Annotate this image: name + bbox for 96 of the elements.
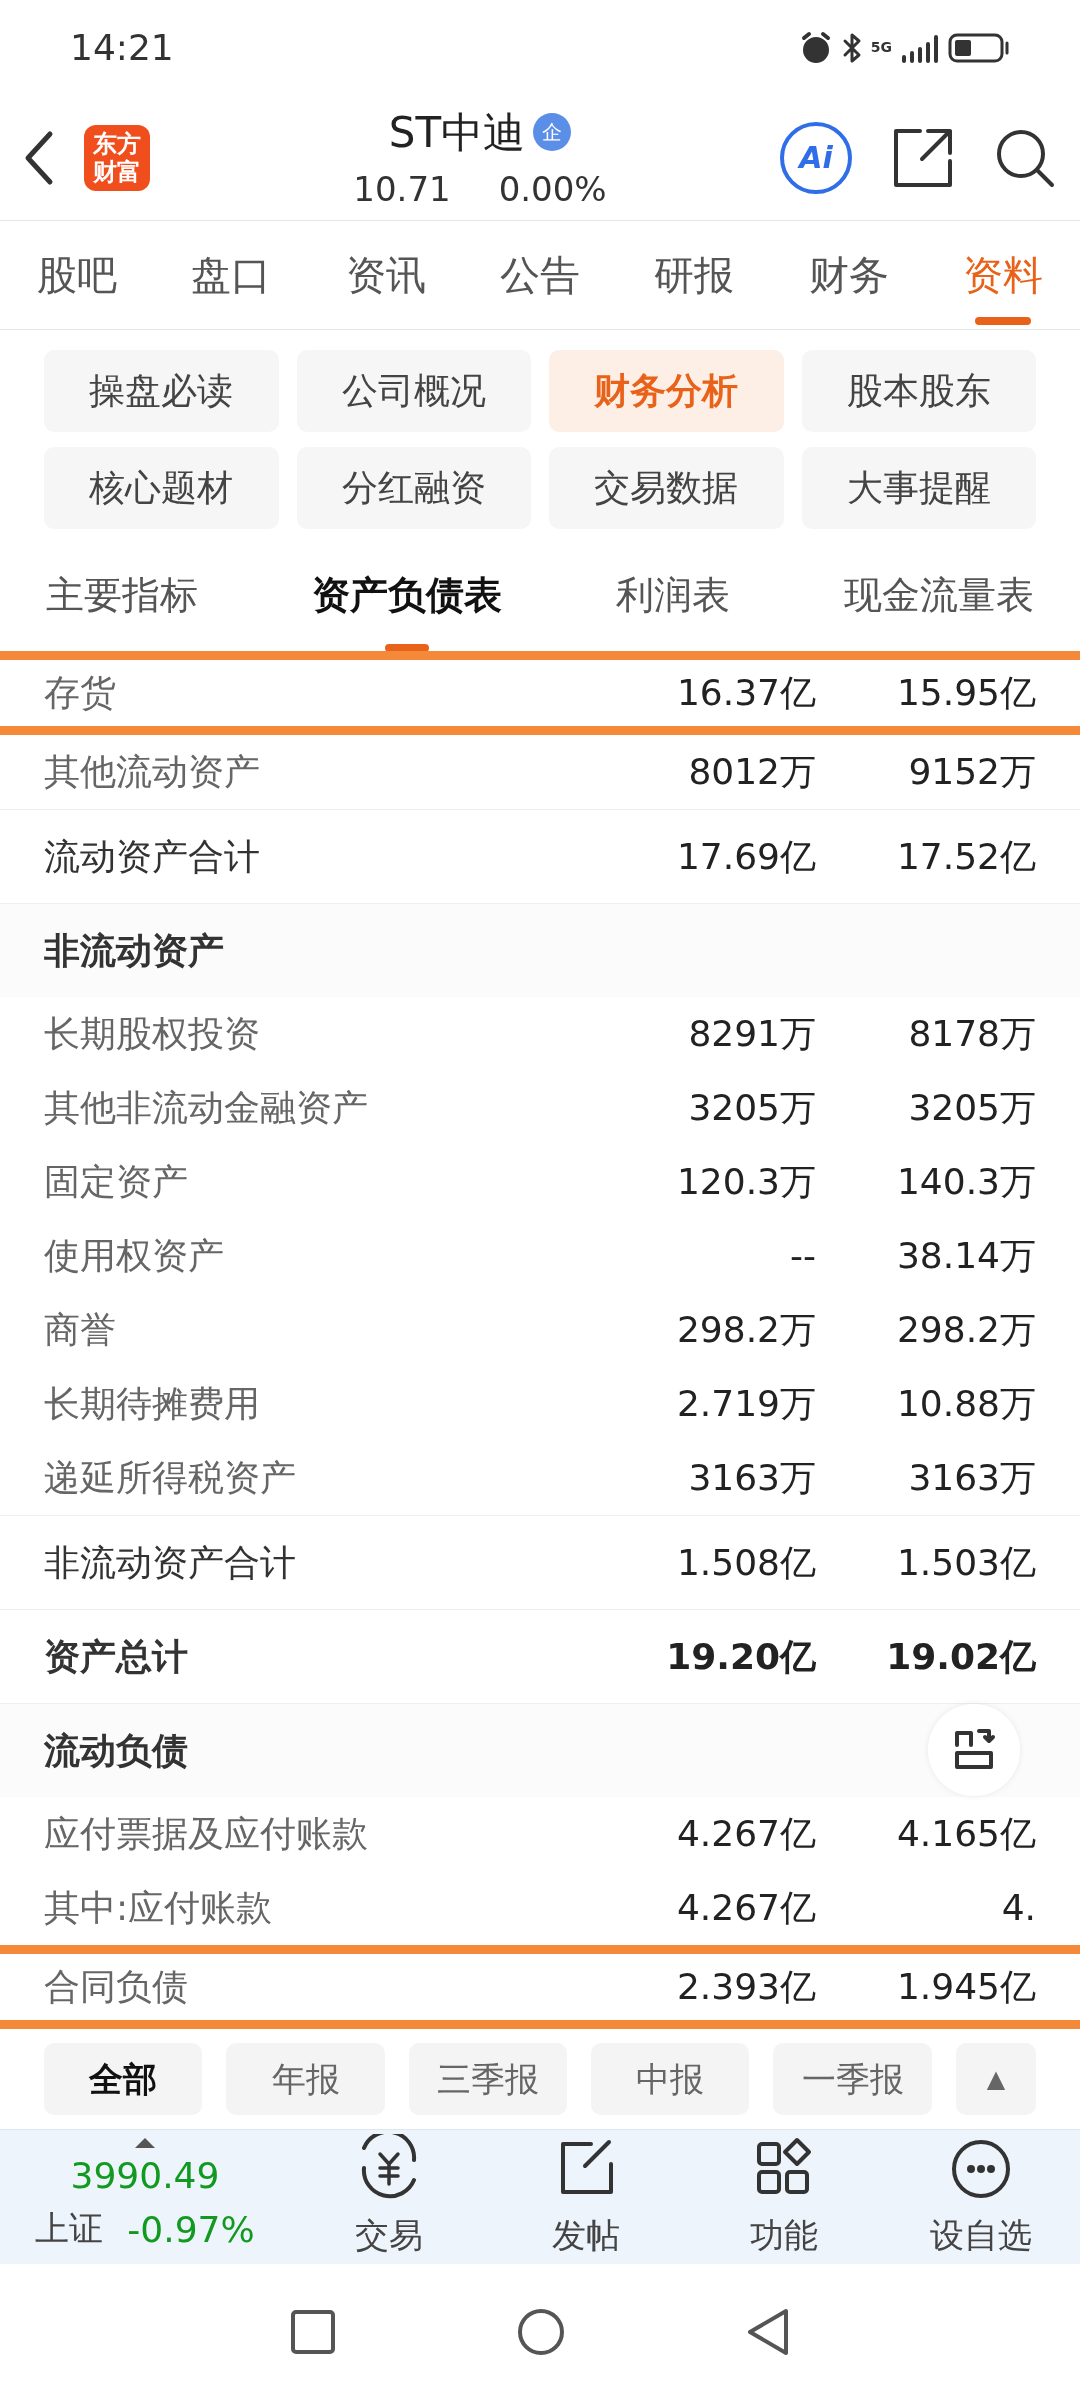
tab[interactable]: 研报: [648, 223, 741, 327]
statement-tab[interactable]: 主要指标: [46, 538, 198, 652]
clock-time: 14:21: [70, 25, 174, 70]
value-cell-text: 8012万: [687, 750, 817, 794]
tab[interactable]: 公告: [494, 223, 586, 327]
tab[interactable]: 股吧: [31, 223, 124, 327]
section-button[interactable]: 大事提醒: [801, 447, 1036, 529]
row-label: 其他非流动金融资产: [43, 1086, 369, 1130]
section-button[interactable]: 公司概况: [296, 350, 531, 432]
value-cell-text: 9152万: [907, 750, 1037, 794]
section-button[interactable]: 交易数据: [549, 447, 784, 529]
row-label: 使用权资产: [43, 1234, 225, 1278]
value-cell-text: 3205万: [687, 1086, 817, 1130]
network-label: 5G: [870, 38, 892, 57]
value-cell-text: 3163万: [687, 1456, 817, 1500]
section-button[interactable]: 分红融资: [296, 447, 531, 529]
row-label: 其中:应付账款: [43, 1886, 274, 1930]
caret-icon: [134, 2137, 156, 2149]
tab[interactable]: 财务: [802, 223, 895, 327]
statement-tab[interactable]: 利润表: [616, 538, 730, 652]
row-label: 商誉: [43, 1308, 117, 1352]
period-button[interactable]: 年报: [226, 2043, 385, 2115]
value-cell-text: 19.20亿: [665, 1634, 816, 1679]
row-label: 资产总计: [44, 1634, 189, 1679]
recents-icon[interactable]: [290, 2309, 336, 2355]
value-cell-text: 8291万: [687, 1012, 817, 1056]
nav-button[interactable]: 功能: [685, 2132, 883, 2262]
stock-title: ST中迪: [388, 106, 526, 159]
period-button[interactable]: 一季报: [773, 2043, 932, 2115]
value-cell-text: 3163万: [907, 1456, 1037, 1500]
nav-button[interactable]: 设自选: [882, 2132, 1080, 2262]
value-cell-text: 3205万: [907, 1086, 1037, 1130]
value-cell-text: 8178万: [907, 1012, 1037, 1056]
nav-button[interactable]: 发帖: [487, 2132, 685, 2262]
row-label: 长期待摊费用: [43, 1382, 261, 1426]
index-ticker[interactable]: 3990.49 上证 -0.97%: [0, 2137, 290, 2257]
index-value: 3990.49: [70, 2154, 220, 2198]
value-cell-text: 10.88万: [895, 1382, 1037, 1426]
period-button[interactable]: ▲: [955, 2043, 1036, 2115]
section-button[interactable]: 操盘必读: [44, 350, 279, 432]
row-label: 长期股权投资: [43, 1012, 261, 1056]
period-button[interactable]: 中报: [591, 2043, 750, 2115]
back-button[interactable]: [24, 129, 54, 186]
app-logo: 东方 财富: [84, 124, 150, 191]
value-cell-text: 298.2万: [675, 1308, 817, 1352]
value-cell-text: 4.267亿: [675, 1812, 817, 1856]
value-cell-text: 2.393亿: [675, 1965, 817, 2009]
share-icon: [892, 126, 954, 189]
home-icon[interactable]: [516, 2307, 566, 2357]
value-cell-text: 16.37亿: [675, 671, 817, 715]
value-cell-text: 2.719万: [675, 1382, 817, 1426]
row-label: 应付票据及应付账款: [43, 1812, 369, 1856]
period-button[interactable]: 全部: [44, 2043, 203, 2115]
statement-tab[interactable]: 现金流量表: [844, 538, 1034, 652]
row-label: 固定资产: [43, 1160, 189, 1204]
price-change: 0.00%: [498, 167, 607, 211]
value-cell-text: 17.69亿: [675, 834, 816, 879]
section-heading: 非流动资产: [44, 928, 224, 973]
stock-price: 10.71: [353, 167, 451, 211]
row-label: 合同负债: [43, 1965, 189, 2009]
period-button[interactable]: 三季报: [408, 2043, 568, 2115]
statement-tab[interactable]: 资产负债表: [312, 538, 502, 652]
nav-button[interactable]: 交易: [290, 2132, 488, 2262]
value-cell-text: 120.3万: [675, 1160, 817, 1204]
value-cell-text: --: [789, 1234, 817, 1278]
ai-button[interactable]: Ai: [780, 121, 852, 194]
value-cell-text: 298.2万: [895, 1308, 1037, 1352]
value-cell-text: 1.508亿: [675, 1540, 816, 1585]
signal-icon: [900, 32, 940, 63]
row-label: 存货: [43, 671, 117, 715]
value-cell-text: 15.95亿: [895, 671, 1037, 715]
section-button[interactable]: 核心题材: [44, 447, 279, 529]
row-label: 流动资产合计: [44, 834, 261, 879]
back-icon[interactable]: [746, 2307, 790, 2357]
value-cell-text: 4.: [1000, 1886, 1037, 1930]
section-heading: 流动负债: [44, 1728, 188, 1773]
value-cell-text: 4.267亿: [675, 1886, 817, 1930]
section-button[interactable]: 股本股东: [801, 350, 1036, 432]
value-cell-text: 4.165亿: [895, 1812, 1037, 1856]
value-cell-text: 38.14万: [895, 1234, 1037, 1278]
index-name: 上证: [35, 2207, 104, 2250]
value-cell-text: 17.52亿: [895, 834, 1036, 879]
row-label: 递延所得税资产: [43, 1456, 297, 1500]
value-cell-text: 140.3万: [895, 1160, 1037, 1204]
row-label: 其他流动资产: [43, 750, 261, 794]
battery-icon: [948, 32, 1010, 63]
value-cell-text: 1.945亿: [895, 1965, 1037, 2009]
share-button[interactable]: [892, 126, 954, 189]
value-cell-text: 1.503亿: [895, 1540, 1036, 1585]
tab[interactable]: 资讯: [339, 223, 432, 327]
tab[interactable]: 盘口: [185, 223, 278, 327]
index-change: -0.97%: [127, 2208, 255, 2252]
value-cell-text: 19.02亿: [885, 1634, 1036, 1679]
enterprise-badge: 企: [533, 113, 572, 151]
back-icon: [24, 129, 54, 186]
row-label: 非流动资产合计: [44, 1540, 297, 1585]
